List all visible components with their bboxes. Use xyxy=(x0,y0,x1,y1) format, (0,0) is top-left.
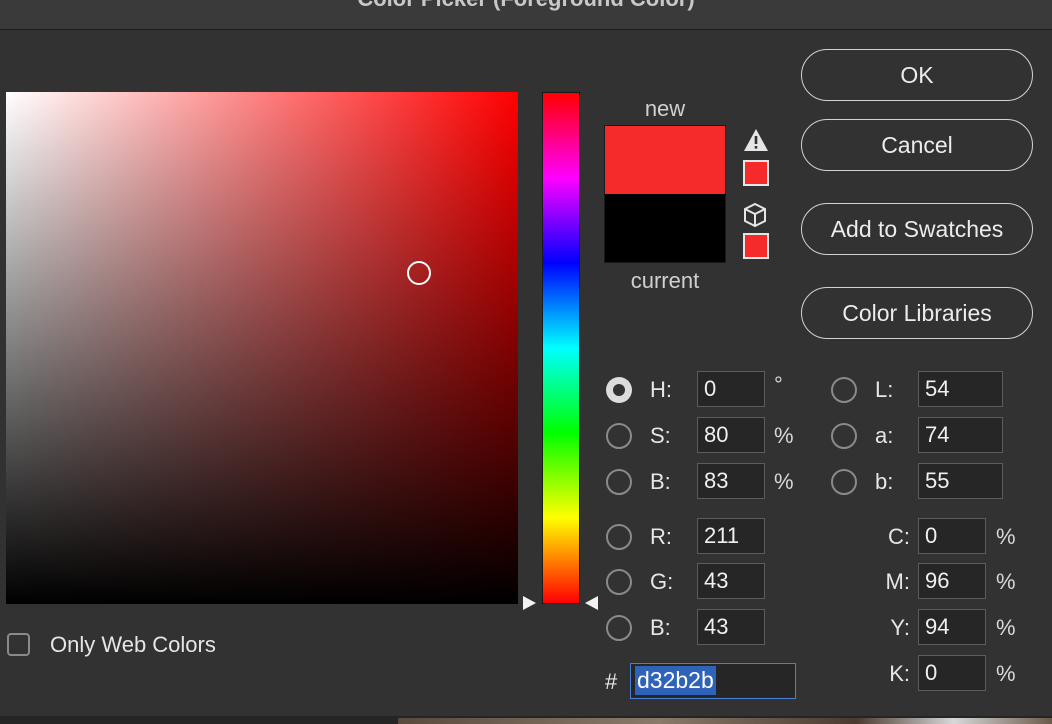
brightness-radio[interactable] xyxy=(606,469,632,495)
warning-triangle-icon xyxy=(744,129,768,151)
lab-a-input[interactable]: 74 xyxy=(918,417,1003,453)
title-bar: Color Picker (Foreground Color) xyxy=(0,0,1052,30)
red-radio[interactable] xyxy=(606,524,632,550)
lab-l-label: L: xyxy=(875,377,894,402)
lab-b-input[interactable]: 55 xyxy=(918,463,1003,499)
magenta-label: M: xyxy=(885,569,910,594)
yellow-unit: % xyxy=(996,615,1016,640)
blue-input[interactable]: 43 xyxy=(697,609,765,645)
black-input[interactable]: 0 xyxy=(918,655,986,691)
hue-label: H: xyxy=(650,377,672,402)
color-preview xyxy=(604,125,726,263)
lab-b-label: b: xyxy=(875,469,894,494)
magenta-unit: % xyxy=(996,569,1016,594)
color-field[interactable] xyxy=(6,92,518,604)
cyan-unit: % xyxy=(996,524,1016,549)
cyan-input[interactable]: 0 xyxy=(918,518,986,554)
ok-button[interactable]: OK xyxy=(801,49,1033,101)
gamut-correction-swatch[interactable] xyxy=(743,160,769,186)
magenta-input[interactable]: 96 xyxy=(918,563,986,599)
hue-slider-left-handle-icon[interactable] xyxy=(523,596,536,610)
red-label: R: xyxy=(650,524,672,549)
new-color-swatch xyxy=(605,126,725,194)
black-label: K: xyxy=(889,661,910,686)
hex-value-selection: d32b2b xyxy=(635,666,716,695)
web-safe-swatch[interactable] xyxy=(743,233,769,259)
hue-slider-right-handle-icon[interactable] xyxy=(585,596,598,610)
background-image-edge xyxy=(398,718,1052,724)
hex-label: # xyxy=(605,669,618,694)
new-color-label: new xyxy=(644,96,686,121)
brightness-input[interactable]: 83 xyxy=(697,463,765,499)
lab-l-input[interactable]: 54 xyxy=(918,371,1003,407)
blue-label: B: xyxy=(650,615,671,640)
saturation-unit: % xyxy=(774,423,794,448)
green-radio[interactable] xyxy=(606,569,632,595)
hue-input[interactable]: 0 xyxy=(697,371,765,407)
brightness-unit: % xyxy=(774,469,794,494)
saturation-input[interactable]: 80 xyxy=(697,417,765,453)
color-libraries-button[interactable]: Color Libraries xyxy=(801,287,1033,339)
cube-icon xyxy=(744,202,766,228)
hue-radio[interactable] xyxy=(606,377,632,403)
red-input[interactable]: 211 xyxy=(697,518,765,554)
hex-input[interactable]: d32b2b xyxy=(630,663,796,699)
color-field-marker[interactable] xyxy=(407,261,431,285)
only-web-colors-label[interactable]: Only Web Colors xyxy=(50,632,216,658)
cancel-button[interactable]: Cancel xyxy=(801,119,1033,171)
hue-unit: ° xyxy=(774,372,783,397)
saturation-label: S: xyxy=(650,423,671,448)
background-window-strip xyxy=(0,716,1052,724)
brightness-label: B: xyxy=(650,469,671,494)
current-color-swatch[interactable] xyxy=(605,194,725,262)
cyan-label: C: xyxy=(888,524,910,549)
lab-l-radio[interactable] xyxy=(831,377,857,403)
current-color-label: current xyxy=(630,268,700,293)
window-title: Color Picker (Foreground Color) xyxy=(0,0,1052,12)
saturation-radio[interactable] xyxy=(606,423,632,449)
only-web-colors-checkbox[interactable] xyxy=(7,633,30,656)
lab-a-radio[interactable] xyxy=(831,423,857,449)
yellow-input[interactable]: 94 xyxy=(918,609,986,645)
yellow-label: Y: xyxy=(890,615,910,640)
lab-a-label: a: xyxy=(875,423,894,448)
blue-radio[interactable] xyxy=(606,615,632,641)
hue-slider[interactable] xyxy=(542,92,580,604)
lab-b-radio[interactable] xyxy=(831,469,857,495)
green-input[interactable]: 43 xyxy=(697,563,765,599)
black-unit: % xyxy=(996,661,1016,686)
add-to-swatches-button[interactable]: Add to Swatches xyxy=(801,203,1033,255)
green-label: G: xyxy=(650,569,674,594)
